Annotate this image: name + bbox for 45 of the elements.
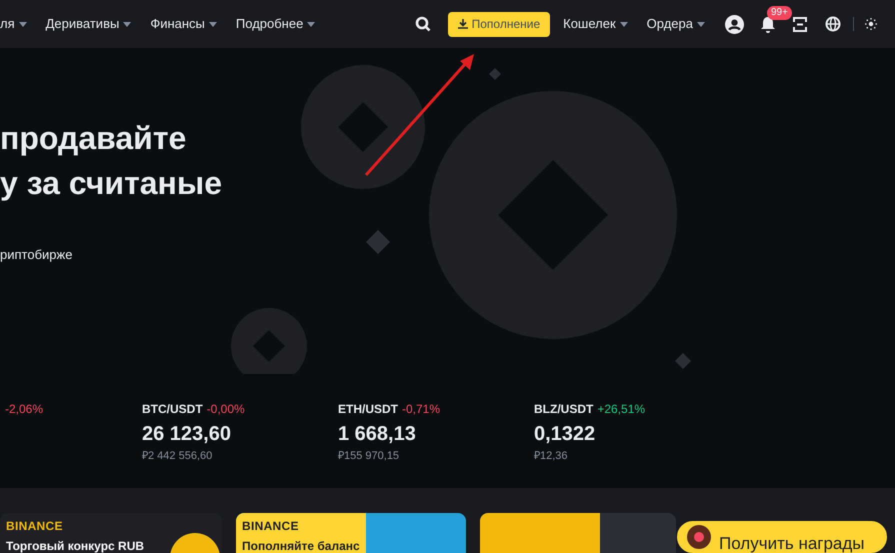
rewards-button[interactable]: Получить награды xyxy=(677,521,887,553)
notification-count-badge: 99+ xyxy=(767,6,792,20)
price-change: +26,51% xyxy=(597,401,646,417)
nav-menu-item[interactable]: ля xyxy=(0,14,27,34)
scan-icon[interactable] xyxy=(793,16,807,32)
nav-menu-item[interactable]: Ордера xyxy=(646,14,705,34)
pair-name[interactable]: ETH/USDT xyxy=(338,401,398,417)
banner-title: Пополняйте баланс xyxy=(242,538,360,553)
price-change: -2,06% xyxy=(5,401,44,417)
price: 26 123,60 xyxy=(142,422,231,447)
search-icon[interactable] xyxy=(414,16,431,32)
download-icon xyxy=(458,19,468,29)
price-change: -0,00% xyxy=(206,401,245,417)
nav-menu-item[interactable]: Кошелек xyxy=(563,14,628,34)
brand-logo: BINANCE xyxy=(242,518,299,535)
fiat-price: ₽2 442 556,60 xyxy=(142,449,212,463)
caret-icon xyxy=(208,22,217,26)
caret-icon xyxy=(307,22,316,26)
user-avatar-icon[interactable] xyxy=(725,14,744,34)
promo-banner[interactable]: BINANCE Торговый конкурс RUB xyxy=(0,513,222,553)
banner-title: Торговый конкурс RUB xyxy=(6,538,144,553)
price: 1 668,13 xyxy=(338,422,416,447)
globe-icon[interactable] xyxy=(825,16,841,32)
nav-menu-item[interactable]: Финансы xyxy=(150,14,217,34)
fiat-price: ₽12,36 xyxy=(534,449,568,463)
nav-menu-item[interactable]: Подробнее xyxy=(236,14,316,34)
pair-name[interactable]: BTC/USDT xyxy=(142,401,203,417)
hero-subtitle: риптобирже xyxy=(0,246,74,264)
gift-icon xyxy=(687,525,711,549)
hero-heading-line: у за считаные xyxy=(0,164,222,203)
promo-banner[interactable]: BINANCE Пополняйте баланс xyxy=(236,513,466,553)
hero-heading-line: продавайте xyxy=(0,119,186,158)
pair-name[interactable]: BLZ/USDT xyxy=(534,401,594,417)
fiat-price: ₽155 970,15 xyxy=(338,449,400,463)
nav-menu-item[interactable]: Деривативы xyxy=(46,14,132,34)
caret-icon xyxy=(18,22,27,26)
brand-logo: BINANCE xyxy=(6,518,63,535)
sun-icon[interactable] xyxy=(865,18,877,30)
caret-icon xyxy=(123,22,132,26)
deposit-button[interactable]: Пополнение xyxy=(448,12,550,36)
price-change: -0,71% xyxy=(402,401,440,417)
bell-icon[interactable] xyxy=(760,16,776,32)
caret-icon xyxy=(697,22,705,26)
caret-icon xyxy=(620,22,628,26)
price: 0,1322 xyxy=(534,422,596,447)
